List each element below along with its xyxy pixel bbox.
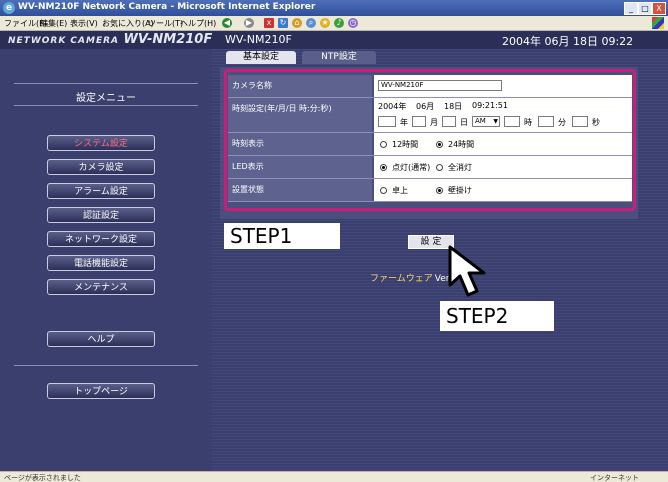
radio-led-on[interactable] bbox=[380, 164, 387, 171]
led-label: LED表示 bbox=[228, 156, 372, 178]
second-input[interactable] bbox=[572, 116, 588, 127]
help-button[interactable]: ヘルプ bbox=[47, 331, 155, 347]
divider bbox=[14, 105, 198, 106]
day-input[interactable] bbox=[442, 116, 456, 127]
page-content: NETWORK CAMERA WV-NM210F WV-NM210F 2004年… bbox=[0, 31, 668, 471]
second-unit: 秒 bbox=[592, 118, 600, 127]
menu-bar: ファイル(F) 編集(E) 表示(V) お気に入り(A) ツール(T) ヘルプ(… bbox=[0, 16, 668, 31]
ampm-select[interactable]: AM ▼ bbox=[472, 116, 500, 127]
minute-unit: 分 bbox=[558, 118, 566, 127]
menu-tools[interactable]: ツール(T) bbox=[148, 18, 183, 29]
install-label: 設置状態 bbox=[228, 179, 372, 201]
sidebar-item-alarm[interactable]: アラーム設定 bbox=[47, 183, 155, 199]
firmware-label: ファームウェア bbox=[370, 274, 433, 284]
history-icon[interactable]: ◷ bbox=[348, 18, 358, 28]
year-unit: 年 bbox=[400, 118, 408, 127]
window-title: WV-NM210F Network Camera - Microsoft Int… bbox=[18, 2, 316, 12]
tab-basic-settings[interactable]: 基本設定 bbox=[226, 51, 296, 64]
menu-favorites[interactable]: お気に入り(A) bbox=[102, 18, 154, 29]
radio-desk[interactable] bbox=[380, 187, 387, 194]
windows-logo-icon bbox=[652, 17, 664, 29]
network-camera-logo: NETWORK CAMERA WV-NM210F bbox=[8, 32, 213, 47]
current-year: 2004年 bbox=[378, 102, 407, 111]
hour-input[interactable] bbox=[504, 116, 520, 127]
sidebar-item-network[interactable]: ネットワーク設定 bbox=[47, 231, 155, 247]
radio-led-off[interactable] bbox=[436, 164, 443, 171]
back-icon[interactable]: ◀ bbox=[222, 18, 232, 28]
option-24h: 24時間 bbox=[448, 140, 475, 149]
favorites-icon[interactable]: ★ bbox=[320, 18, 330, 28]
header-bar: NETWORK CAMERA WV-NM210F WV-NM210F 2004年… bbox=[0, 31, 668, 49]
sidebar-item-auth[interactable]: 認証設定 bbox=[47, 207, 155, 223]
install-row: 設置状態 卓上 壁掛け bbox=[228, 179, 632, 202]
option-12h: 12時間 bbox=[392, 140, 419, 149]
divider bbox=[14, 365, 198, 366]
hour-unit: 時 bbox=[524, 118, 532, 127]
month-unit: 月 bbox=[430, 118, 438, 127]
option-desk: 卓上 bbox=[392, 186, 408, 195]
sidebar-item-system[interactable]: システム設定 bbox=[47, 135, 155, 151]
option-led-off: 全消灯 bbox=[448, 163, 472, 172]
forward-icon[interactable]: ▶ bbox=[244, 18, 254, 28]
year-input[interactable] bbox=[378, 116, 396, 127]
status-text: ページが表示されました bbox=[4, 474, 81, 482]
day-unit: 日 bbox=[460, 118, 468, 127]
tab-ntp-settings[interactable]: NTP設定 bbox=[302, 51, 376, 64]
status-bar: ページが表示されました インターネット bbox=[0, 471, 668, 482]
zone-text: インターネット bbox=[590, 474, 639, 482]
radio-24h[interactable] bbox=[436, 141, 443, 148]
clock-label: 時刻設定(年/月/日 時:分:秒) bbox=[228, 98, 372, 132]
clock-row: 時刻設定(年/月/日 時:分:秒) 2004年 06月 18日 09:21:51… bbox=[228, 98, 632, 133]
settings-sidebar: 設定メニュー システム設定 カメラ設定 アラーム設定 認証設定 ネットワーク設定… bbox=[0, 49, 212, 471]
settings-menu-title: 設定メニュー bbox=[76, 93, 136, 104]
refresh-icon[interactable]: ↻ bbox=[278, 18, 288, 28]
settings-form: カメラ名称 WV-NM210F 時刻設定(年/月/日 時:分:秒) 2004年 … bbox=[220, 67, 638, 219]
option-led-on: 点灯(通常) bbox=[392, 163, 431, 172]
mouse-cursor-icon bbox=[448, 245, 486, 297]
sidebar-item-camera[interactable]: カメラ設定 bbox=[47, 159, 155, 175]
current-time: 09:21:51 bbox=[472, 101, 508, 110]
menu-view[interactable]: 表示(V) bbox=[70, 18, 98, 29]
camera-name-row: カメラ名称 WV-NM210F bbox=[228, 75, 632, 98]
browser-window: e WV-NM210F Network Camera - Microsoft I… bbox=[0, 0, 668, 482]
minimize-button[interactable]: _ bbox=[624, 2, 638, 15]
top-page-button[interactable]: トップページ bbox=[47, 383, 155, 399]
ie-icon: e bbox=[3, 2, 15, 14]
media-icon[interactable]: ♪ bbox=[334, 18, 344, 28]
camera-name-input[interactable]: WV-NM210F bbox=[378, 80, 502, 91]
camera-name-label: カメラ名称 bbox=[228, 75, 372, 97]
menu-help[interactable]: ヘルプ(H) bbox=[180, 18, 216, 29]
maximize-button[interactable]: □ bbox=[638, 2, 652, 15]
divider bbox=[14, 83, 198, 84]
current-month: 06月 bbox=[416, 102, 435, 111]
current-datetime: 2004年 06月 18日 09:22 bbox=[502, 35, 634, 48]
minute-input[interactable] bbox=[538, 116, 554, 127]
close-button[interactable]: X bbox=[652, 2, 666, 15]
sidebar-item-phone[interactable]: 電話機能設定 bbox=[47, 255, 155, 271]
option-wall: 壁掛け bbox=[448, 186, 472, 195]
sidebar-item-maintenance[interactable]: メンテナンス bbox=[47, 279, 155, 295]
chevron-down-icon: ▼ bbox=[493, 118, 498, 125]
title-bar: e WV-NM210F Network Camera - Microsoft I… bbox=[0, 0, 668, 16]
current-day: 18日 bbox=[444, 102, 463, 111]
menu-edit[interactable]: 編集(E) bbox=[40, 18, 67, 29]
month-input[interactable] bbox=[412, 116, 426, 127]
radio-12h[interactable] bbox=[380, 141, 387, 148]
step2-callout: STEP2 bbox=[440, 301, 554, 331]
time-display-row: 時刻表示 12時間 24時間 bbox=[228, 133, 632, 156]
radio-wall[interactable] bbox=[436, 187, 443, 194]
search-icon[interactable]: ⌕ bbox=[306, 18, 316, 28]
step1-callout: STEP1 bbox=[224, 223, 340, 249]
led-row: LED表示 点灯(通常) 全消灯 bbox=[228, 156, 632, 179]
home-icon[interactable]: ⌂ bbox=[292, 18, 302, 28]
time-display-label: 時刻表示 bbox=[228, 133, 372, 155]
firmware-version: ファームウェア Ver bbox=[370, 271, 449, 284]
model-name: WV-NM210F bbox=[225, 33, 292, 46]
main-panel: 基本設定 NTP設定 カメラ名称 WV-NM210F 時刻設定(年/月/日 時:… bbox=[212, 49, 668, 471]
stop-icon[interactable]: x bbox=[264, 18, 274, 28]
